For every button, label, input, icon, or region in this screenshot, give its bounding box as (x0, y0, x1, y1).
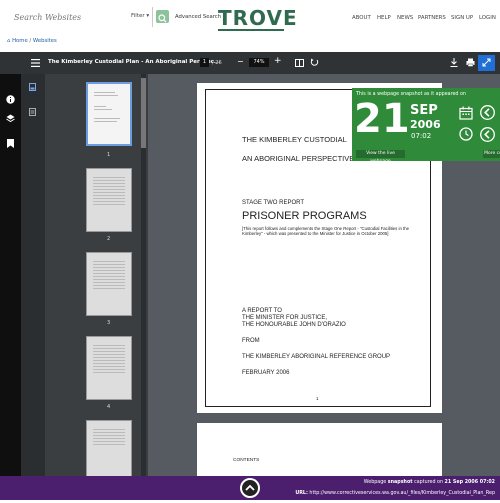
doc-from: FROM (242, 338, 260, 344)
thumbnail-pane: 1 2 3 4 (21, 74, 148, 500)
thumbnail-preview (94, 92, 124, 124)
url-info: URL: http://www.correctiveservices.wa.go… (295, 491, 495, 496)
document-title: The Kimberley Custodial Plan - An Aborig… (48, 59, 221, 65)
previous-snapshot-icon[interactable] (480, 105, 495, 120)
nav-about[interactable]: ABOUT (352, 15, 371, 21)
thumbnail-number: 3 (107, 320, 111, 326)
nav-login[interactable]: LOGIN (479, 15, 496, 21)
thumbnail-number: 4 (107, 404, 111, 410)
expand-icon (482, 58, 491, 67)
page-number-input[interactable]: 1 (200, 58, 209, 67)
nav-sign-up[interactable]: SIGN UP (451, 15, 473, 21)
thumbnail-preview (93, 429, 125, 447)
doc-report-to-1: A REPORT TO (242, 308, 282, 314)
page-thumbnail[interactable] (86, 168, 132, 232)
info-icon[interactable] (6, 95, 15, 104)
home-icon[interactable]: ⌂ (7, 38, 10, 44)
advanced-search-link[interactable]: Advanced Search (175, 14, 221, 20)
zoom-level[interactable]: 74% (249, 58, 269, 67)
nav-partners[interactable]: PARTNERS (418, 15, 446, 21)
url-label: URL: (295, 491, 308, 496)
print-icon[interactable] (466, 58, 475, 67)
thumbnail-preview (93, 177, 125, 207)
doc-report-to-2: THE MINISTER FOR JUSTICE, (242, 315, 328, 321)
search-button[interactable] (156, 10, 169, 23)
bookmark-icon[interactable] (7, 139, 14, 148)
thumbnail-tabs (21, 74, 45, 500)
snapshot-day: 21 (354, 96, 410, 142)
view-live-button[interactable]: View the live webpage (356, 150, 405, 164)
logo-underline (218, 29, 284, 31)
chevron-up-icon (245, 484, 255, 491)
doc-note: [This report follows and complements the… (242, 226, 410, 237)
url-value[interactable]: http://www.correctiveservices.wa.gov.au/… (308, 491, 495, 496)
nav-help[interactable]: HELP (377, 15, 391, 21)
search-icon (158, 14, 167, 23)
capture-info: Webpage snapshot captured on 21 Sep 2006… (364, 480, 495, 485)
site-header: Filter ▾ Advanced Search TROVE ABOUT HEL… (0, 0, 500, 36)
doc-report-to-3: THE HONOURABLE JOHN D'ORAZIO (242, 322, 346, 328)
snapshot-time: 07:02 (411, 132, 432, 140)
doc-group: THE KIMBERLEY ABORIGINAL REFERENCE GROUP (242, 354, 391, 360)
logo-text: TROVE (218, 6, 298, 30)
clock-icon[interactable] (459, 127, 473, 141)
capture-prefix: Webpage (363, 480, 388, 485)
thumbnail-view-icon[interactable] (29, 83, 36, 91)
zoom-out-icon[interactable]: − (237, 57, 244, 66)
doc-program: PRISONER PROGRAMS (242, 210, 367, 222)
breadcrumb-home[interactable]: Home (12, 38, 28, 44)
fullscreen-button[interactable] (478, 55, 495, 71)
snapshot-month: SEP (410, 103, 438, 118)
breadcrumb-separator: / (29, 38, 32, 44)
page-thumbnail[interactable] (86, 252, 132, 316)
menu-icon[interactable] (31, 59, 40, 67)
filter-dropdown[interactable]: Filter ▾ (131, 13, 149, 19)
capture-date: 21 Sep 2006 07:02 (444, 480, 495, 485)
rotate-icon[interactable] (310, 58, 319, 67)
page-total: / 26 (212, 60, 222, 66)
calendar-icon[interactable] (459, 106, 473, 120)
page-thumbnail[interactable] (86, 336, 132, 400)
breadcrumb-websites[interactable]: Websites (33, 38, 57, 44)
search-input[interactable] (6, 7, 126, 27)
scrollbar-thumb[interactable] (141, 78, 146, 148)
side-rail (0, 74, 21, 500)
more-button[interactable]: More co (483, 150, 500, 158)
doc-date: FEBRUARY 2006 (242, 370, 290, 376)
outline-view-icon[interactable] (29, 108, 36, 116)
breadcrumb: ⌂ Home / Websites (7, 38, 57, 44)
doc-page-number: 1 (316, 396, 319, 401)
nav-news[interactable]: NEWS (397, 15, 413, 21)
thumbnail-number: 1 (107, 152, 111, 158)
capture-snapshot-word: snapshot (387, 480, 413, 485)
doc-stage: STAGE TWO REPORT (242, 200, 305, 206)
pdf-toolbar: The Kimberley Custodial Plan - An Aborig… (0, 52, 500, 74)
thumbnail-preview (93, 261, 125, 291)
page-thumbnail[interactable] (86, 82, 132, 146)
snapshot-year: 2006 (410, 118, 441, 131)
scroll-up-button[interactable] (240, 478, 260, 498)
next-snapshot-icon[interactable] (480, 127, 495, 142)
doc-contents-heading: CONTENTS (233, 458, 260, 463)
zoom-in-icon[interactable]: + (274, 56, 282, 66)
thumbnail-number: 2 (107, 236, 111, 242)
fit-page-icon[interactable] (295, 59, 304, 67)
thumbnail-preview (93, 345, 125, 375)
download-icon[interactable] (450, 58, 458, 67)
doc-title-line1: THE KIMBERLEY CUSTODIAL (242, 135, 347, 144)
trove-logo[interactable]: TROVE (218, 6, 298, 30)
snapshot-panel: This is a webpage snapshot as it appeare… (352, 88, 500, 164)
doc-title-line2: AN ABORIGINAL PERSPECTIVE (242, 154, 355, 163)
thumbnail-scrollbar[interactable] (141, 74, 146, 500)
layers-icon[interactable] (6, 114, 15, 123)
capture-mid: captured on (412, 480, 445, 485)
